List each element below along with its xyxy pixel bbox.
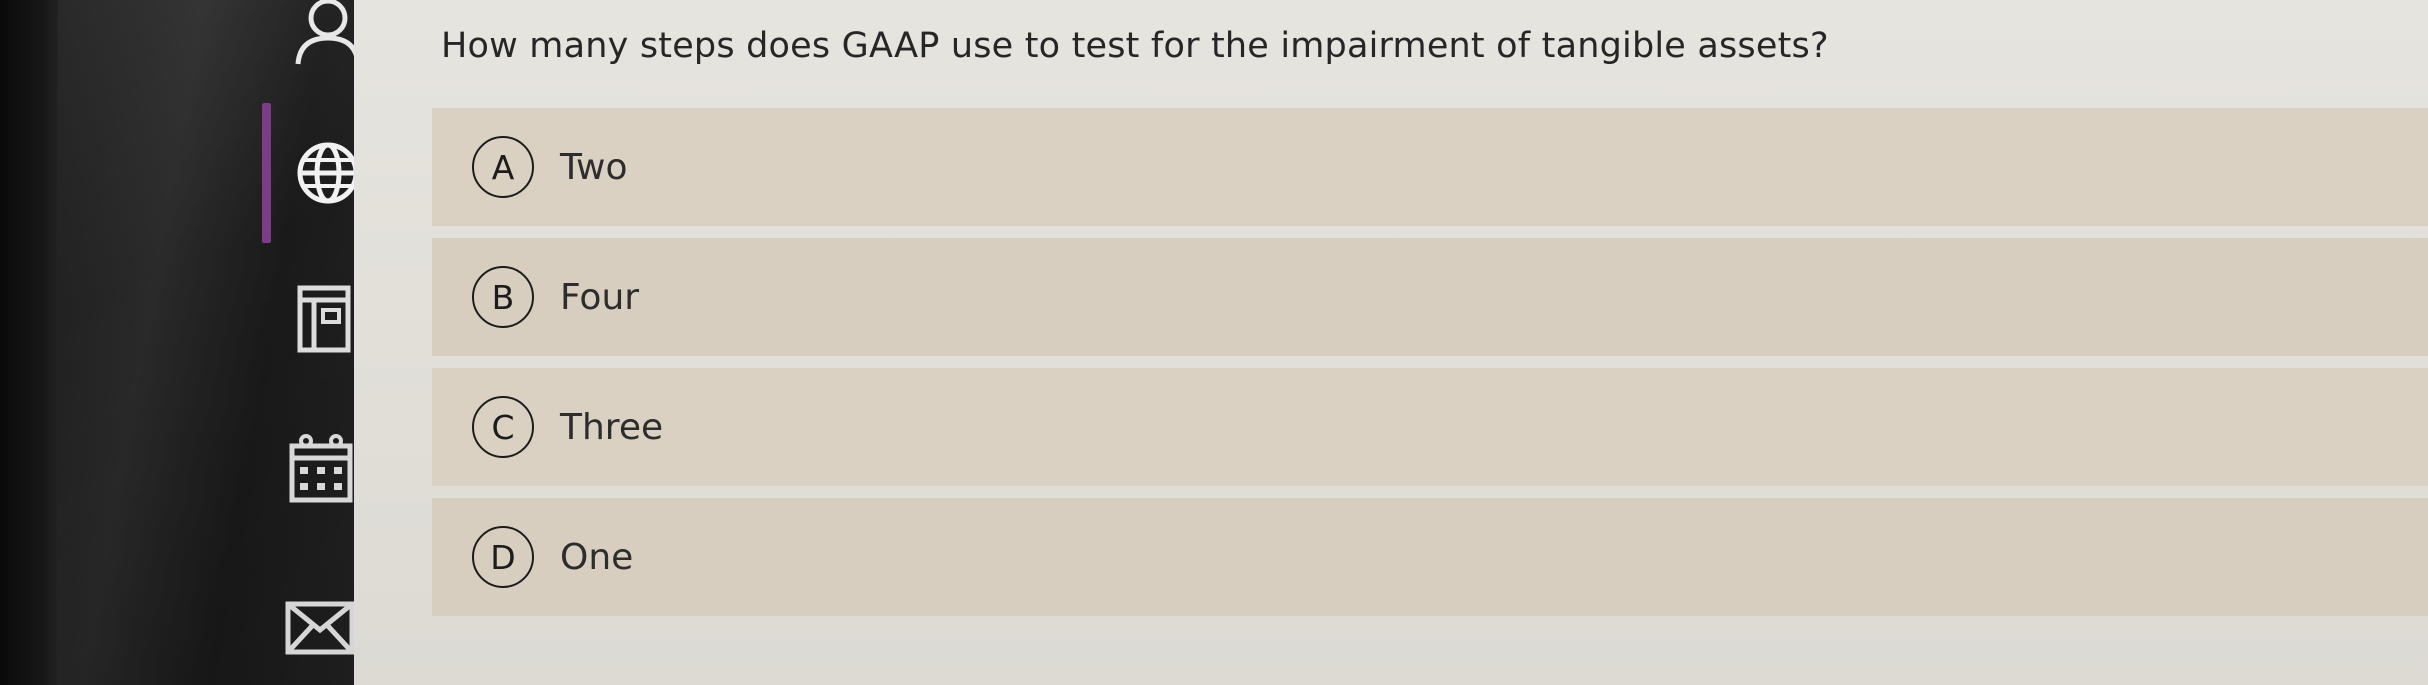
answer-option-c[interactable]: C Three [432, 368, 2428, 486]
option-letter-badge: A [472, 136, 534, 198]
option-letter-badge: D [472, 526, 534, 588]
book-icon[interactable] [296, 282, 352, 354]
question-panel: How many steps does GAAP use to test for… [354, 0, 2428, 685]
answer-option-d[interactable]: D One [432, 498, 2428, 616]
option-letter-badge: B [472, 266, 534, 328]
option-label: Two [560, 146, 628, 188]
question-text: How many steps does GAAP use to test for… [441, 26, 1829, 66]
globe-icon[interactable] [296, 138, 360, 208]
answer-option-a[interactable]: A Two [432, 108, 2428, 226]
option-label: One [560, 536, 634, 578]
active-nav-indicator [262, 103, 271, 243]
option-label: Three [560, 406, 664, 448]
answer-option-b[interactable]: B Four [432, 238, 2428, 356]
option-label: Four [560, 276, 640, 318]
mail-icon[interactable] [284, 600, 356, 656]
device-bezel [0, 0, 58, 685]
option-letter-badge: C [472, 396, 534, 458]
calendar-icon[interactable] [288, 432, 354, 504]
